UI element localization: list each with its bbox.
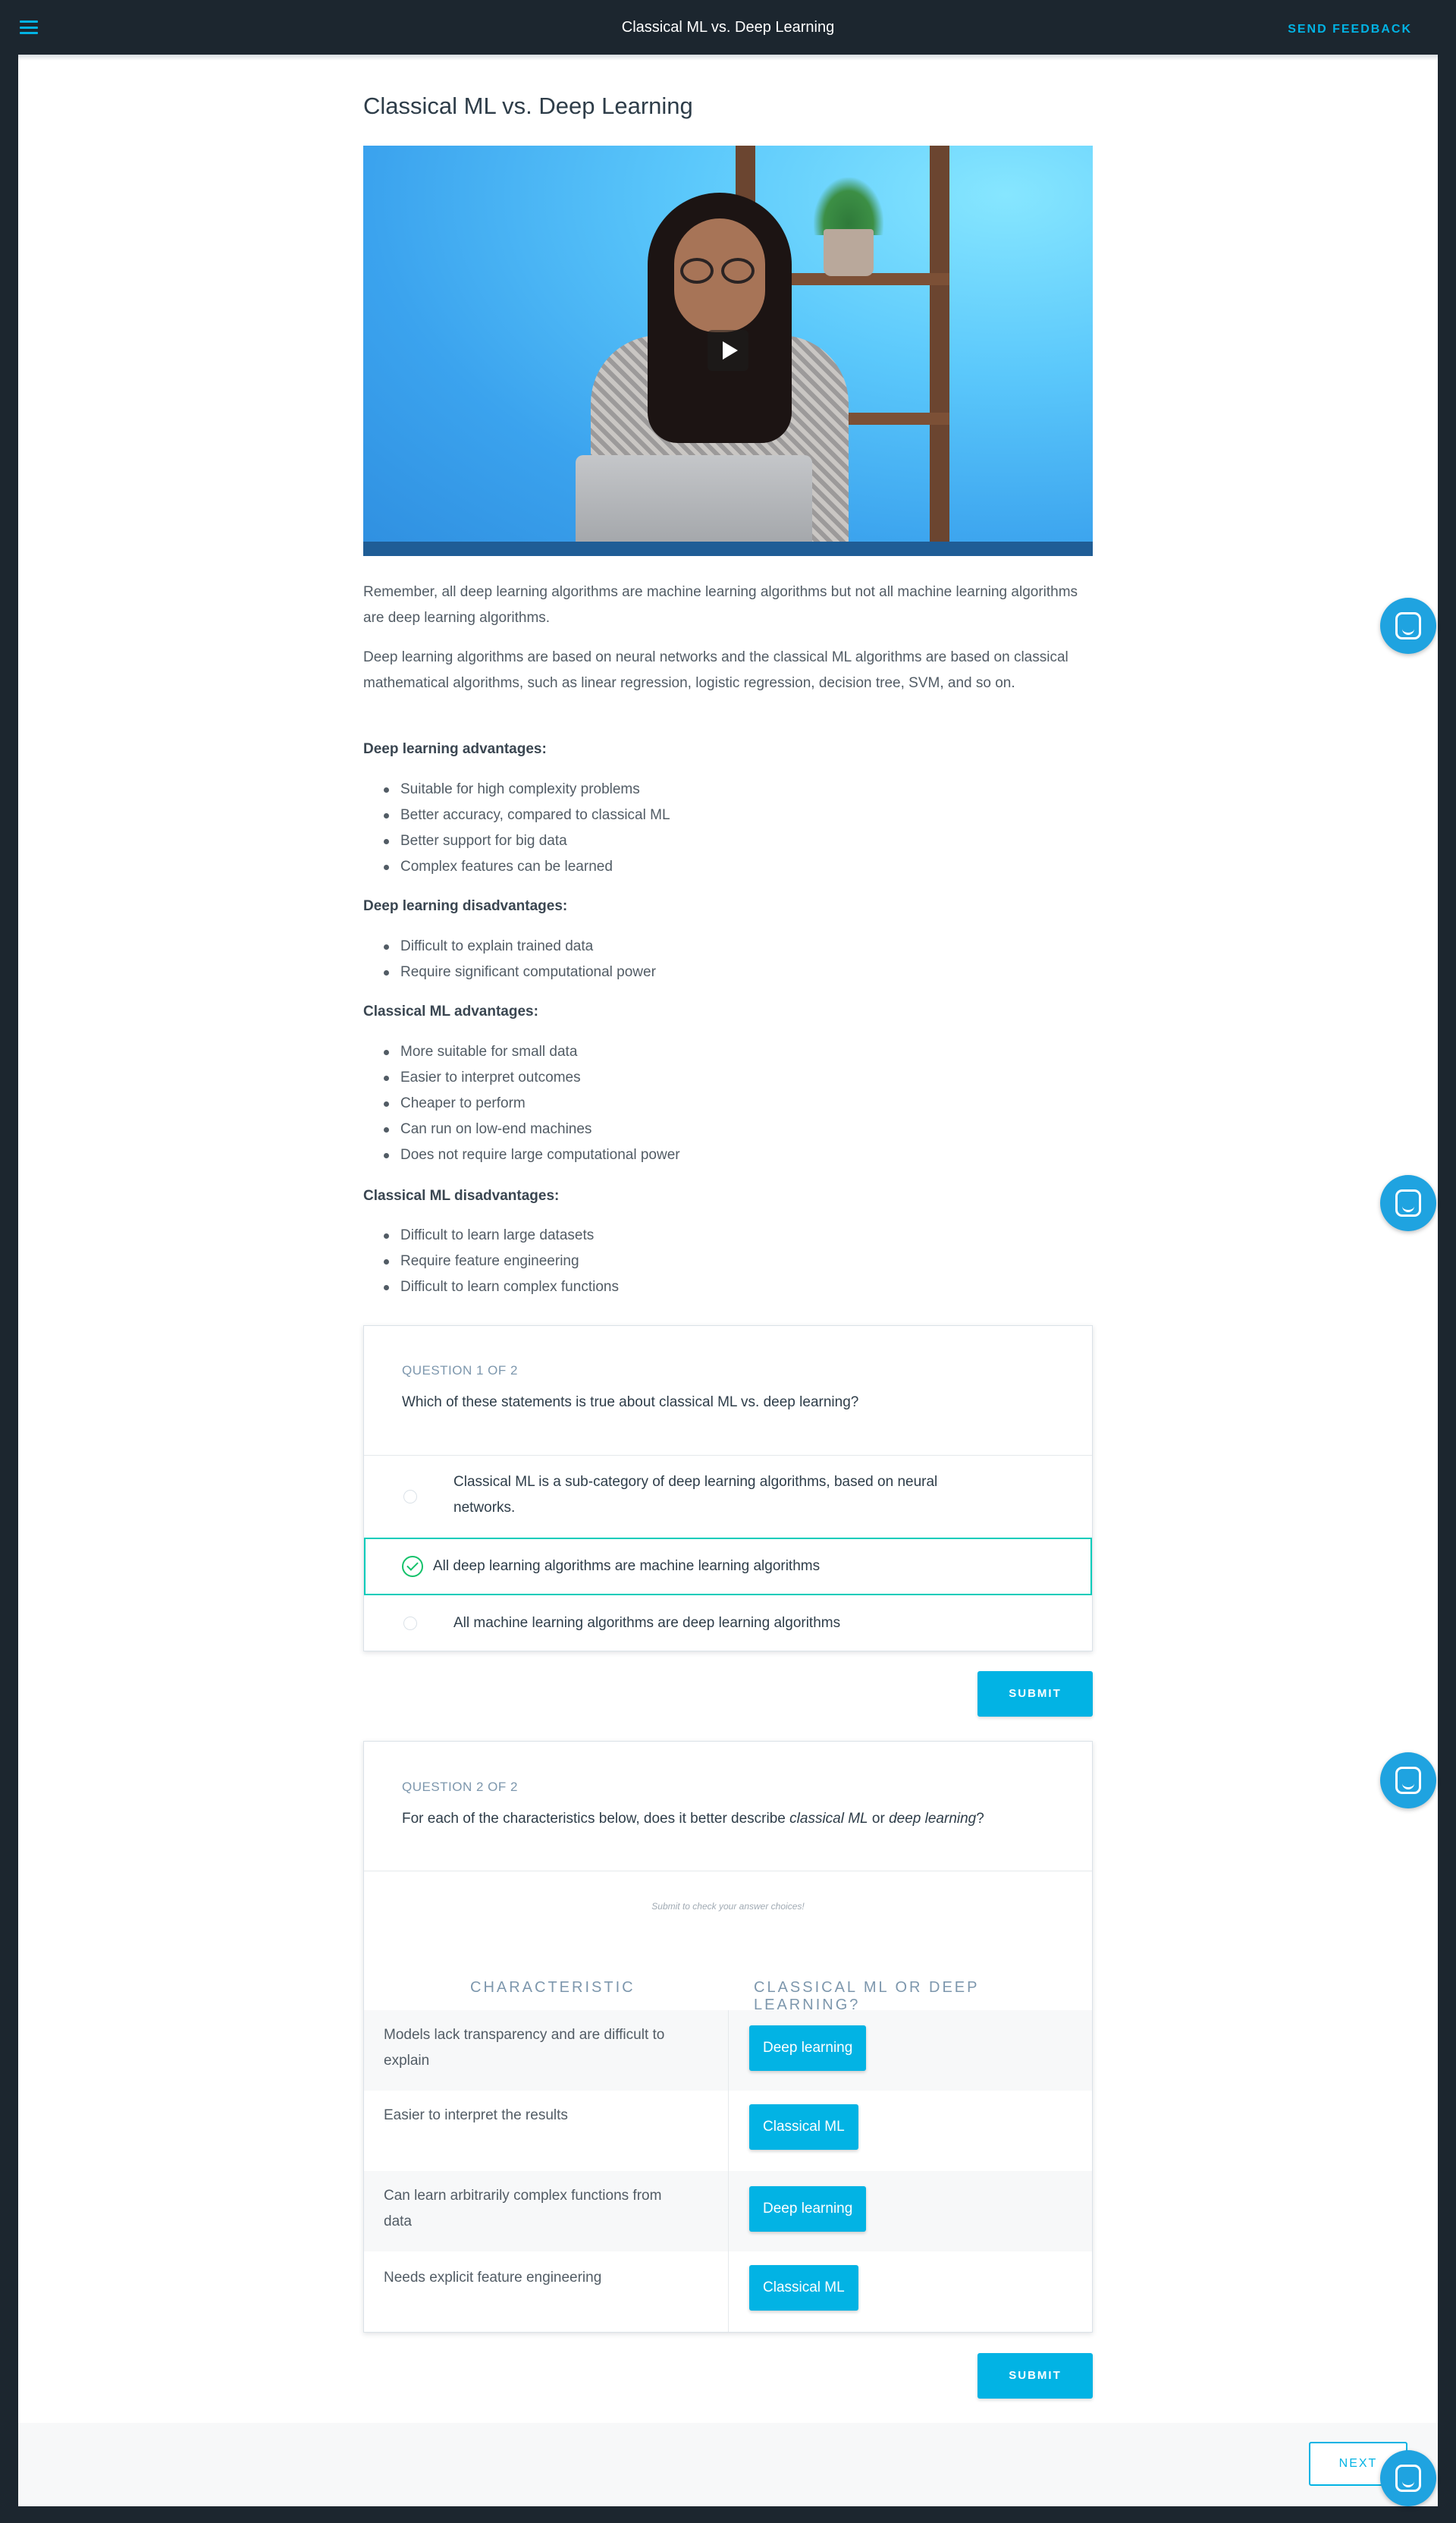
list-item: Cheaper to perform	[384, 1091, 680, 1117]
column-header-answer: CLASSICAL ML OR DEEP LEARNING?	[754, 1979, 980, 2013]
characteristic-text: Needs explicit feature engineering	[384, 2270, 602, 2286]
check-circle-icon	[402, 1556, 423, 1577]
list-item: Difficult to learn complex functions	[384, 1274, 619, 1300]
chat-glyph	[1395, 1767, 1421, 1794]
section-heading: Classical ML advantages:	[363, 1004, 538, 1020]
question-text-emphasis: deep learning	[889, 1811, 977, 1827]
bullet-list: Difficult to explain trained data Requir…	[384, 934, 656, 985]
radio-button[interactable]	[403, 1617, 417, 1630]
characteristic-text: Easier to interpret the results	[384, 2107, 568, 2123]
submit-button[interactable]: SUBMIT	[977, 2353, 1093, 2399]
list-item: Require significant computational power	[384, 960, 656, 985]
send-feedback-link[interactable]: SEND FEEDBACK	[1288, 23, 1412, 36]
question-text-part: For each of the characteristics below, d…	[402, 1811, 790, 1827]
radio-button[interactable]	[403, 1490, 417, 1503]
list-item: More suitable for small data	[384, 1039, 680, 1065]
question-text-part: ?	[976, 1811, 984, 1827]
question-label: QUESTION 2 OF 2	[402, 1780, 518, 1794]
chat-glyph	[1395, 612, 1421, 639]
chat-icon[interactable]	[1380, 1752, 1436, 1808]
question-text: For each of the characteristics below, d…	[402, 1811, 984, 1827]
section-heading: Deep learning advantages:	[363, 741, 547, 757]
list-item: Suitable for high complexity problems	[384, 777, 670, 803]
submit-hint: Submit to check your answer choices!	[651, 1901, 805, 1912]
plant-pot	[824, 229, 874, 276]
question-text-part: or	[868, 1811, 890, 1827]
glasses-lens	[680, 258, 714, 284]
option-text: networks.	[453, 1500, 516, 1516]
answer-option-selected[interactable]: All deep learning algorithms are machine…	[364, 1538, 1092, 1595]
section-heading: Classical ML disadvantages:	[363, 1188, 560, 1204]
option-text: All machine learning algorithms are deep…	[453, 1615, 841, 1631]
characteristic-text: Can learn arbitrarily complex functions …	[384, 2188, 662, 2204]
question-2-card: QUESTION 2 OF 2 For each of the characte…	[363, 1741, 1093, 2333]
plant-leaves	[814, 178, 883, 235]
question-label: QUESTION 1 OF 2	[402, 1363, 518, 1378]
list-item: Difficult to explain trained data	[384, 934, 656, 960]
chat-icon[interactable]	[1380, 2450, 1436, 2506]
chat-glyph	[1395, 1189, 1421, 1217]
column-header-characteristic: CHARACTERISTIC	[470, 1979, 635, 1996]
list-item: Require feature engineering	[384, 1249, 619, 1274]
list-item: Easier to interpret outcomes	[384, 1065, 680, 1091]
sheet-top-shadow	[18, 55, 1438, 61]
list-item: Better support for big data	[384, 828, 670, 854]
lesson-title: Classical ML vs. Deep Learning	[621, 19, 835, 36]
chat-icon[interactable]	[1380, 598, 1436, 654]
question-1-card: QUESTION 1 OF 2 Which of these statement…	[363, 1325, 1093, 1651]
video-player[interactable]	[363, 146, 1093, 556]
characteristic-text: Models lack transparency and are difficu…	[384, 2027, 665, 2043]
characteristic-text: data	[384, 2214, 412, 2229]
question-text-emphasis: classical ML	[789, 1811, 868, 1827]
chat-icon[interactable]	[1380, 1175, 1436, 1231]
play-icon[interactable]	[708, 330, 748, 371]
top-bar: Classical ML vs. Deep Learning SEND FEED…	[0, 0, 1456, 55]
footer-band	[18, 2423, 1438, 2506]
chat-glyph	[1395, 2465, 1421, 2492]
intro-paragraph: Remember, all deep learning algorithms a…	[363, 584, 1078, 626]
answer-chip[interactable]: Deep learning	[749, 2186, 867, 2232]
question-text: Which of these statements is true about …	[402, 1394, 859, 1410]
page-title: Classical ML vs. Deep Learning	[363, 93, 693, 119]
answer-chip[interactable]: Deep learning	[749, 2025, 867, 2071]
option-text: All deep learning algorithms are machine…	[433, 1558, 821, 1574]
list-item: Can run on low-end machines	[384, 1117, 680, 1142]
answer-option[interactable]: All machine learning algorithms are deep…	[364, 1595, 1092, 1651]
list-item: Better accuracy, compared to classical M…	[384, 803, 670, 828]
bullet-list: Suitable for high complexity problems Be…	[384, 777, 670, 880]
column-separator	[728, 2010, 729, 2332]
desk	[363, 542, 1093, 556]
option-text: Classical ML is a sub-category of deep l…	[453, 1474, 938, 1490]
bullet-list: Difficult to learn large datasets Requir…	[384, 1223, 619, 1300]
submit-button[interactable]: SUBMIT	[977, 1671, 1093, 1717]
shelf-post	[930, 146, 949, 556]
answer-chip[interactable]: Classical ML	[749, 2265, 858, 2311]
characteristic-text: explain	[384, 2053, 430, 2069]
bullet-list: More suitable for small data Easier to i…	[384, 1039, 680, 1168]
glasses-lens	[721, 258, 755, 284]
section-heading: Deep learning disadvantages:	[363, 898, 568, 914]
answer-option[interactable]: Classical ML is a sub-category of deep l…	[364, 1456, 1092, 1538]
algorithms-paragraph: Deep learning algorithms are based on ne…	[363, 649, 1068, 691]
answer-chip[interactable]: Classical ML	[749, 2104, 858, 2150]
list-item: Difficult to learn large datasets	[384, 1223, 619, 1249]
list-item: Does not require large computational pow…	[384, 1142, 680, 1168]
list-item: Complex features can be learned	[384, 854, 670, 880]
